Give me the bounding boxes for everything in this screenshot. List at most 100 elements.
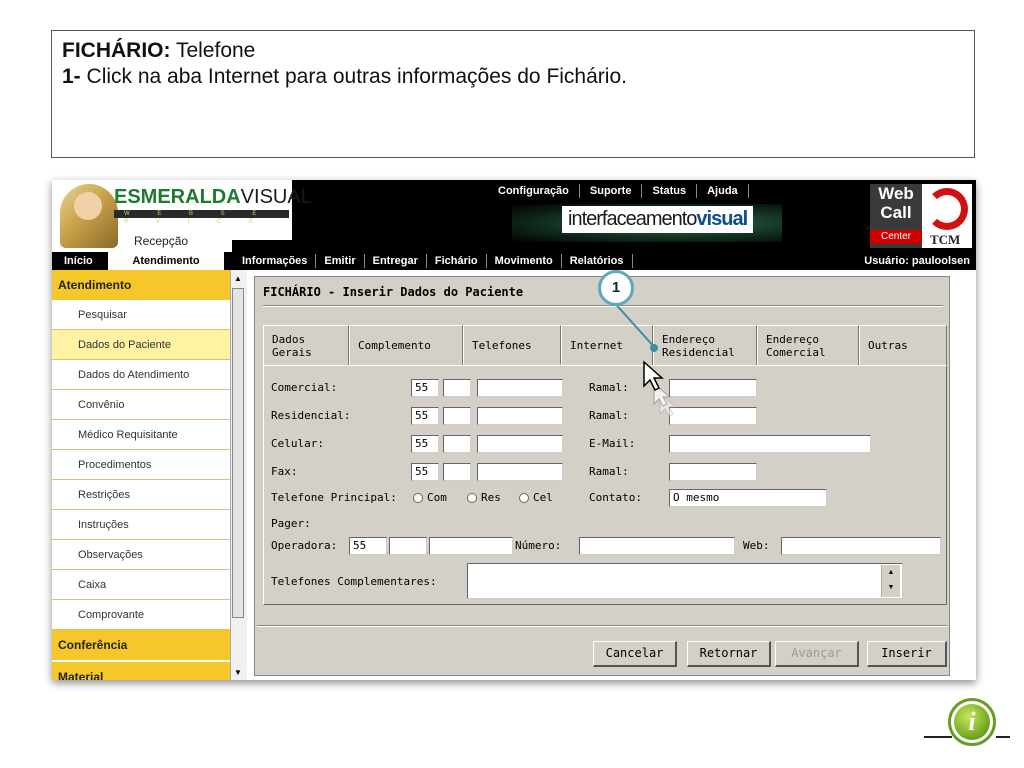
label-celular: Celular: bbox=[271, 437, 324, 450]
sidebar-item-procedimentos[interactable]: Procedimentos bbox=[52, 450, 230, 480]
mouse-cursor-icon bbox=[643, 360, 678, 416]
residencial-ddd-field[interactable] bbox=[443, 407, 471, 425]
ramal-residencial-field[interactable] bbox=[669, 407, 757, 425]
label-pager: Pager: bbox=[271, 517, 311, 530]
operadora-field[interactable]: 55 bbox=[349, 537, 387, 555]
scroll-down-arrow-icon[interactable]: ▼ bbox=[232, 666, 244, 680]
nav-movimento[interactable]: Movimento bbox=[487, 254, 562, 268]
residencial-ddi-field[interactable]: 55 bbox=[411, 407, 439, 425]
nav-atendimento[interactable]: Atendimento bbox=[108, 252, 224, 270]
menu-status[interactable]: Status bbox=[642, 184, 698, 198]
menu-suporte[interactable]: Suporte bbox=[580, 184, 643, 198]
celular-ddi-field[interactable]: 55 bbox=[411, 435, 439, 453]
radio-com-label: Com bbox=[427, 491, 447, 504]
label-telefones-complementares: Telefones Complementares: bbox=[271, 575, 437, 588]
sidebar-item-medico-requisitante[interactable]: Médico Requisitante bbox=[52, 420, 230, 450]
radio-res-label: Res bbox=[481, 491, 501, 504]
sidebar-section-material[interactable]: Material bbox=[52, 662, 230, 680]
nav-inicio[interactable]: Início bbox=[64, 254, 93, 268]
label-operadora: Operadora: bbox=[271, 539, 338, 552]
sidebar-scroll-thumb[interactable] bbox=[232, 288, 244, 618]
tcm-logo-text: TCM bbox=[930, 232, 961, 247]
celular-ddd-field[interactable] bbox=[443, 435, 471, 453]
ramal-comercial-field[interactable] bbox=[669, 379, 757, 397]
tab-endereco-comercial[interactable]: Endereço Comercial bbox=[757, 325, 859, 365]
pager-numero-field[interactable] bbox=[579, 537, 735, 555]
tab-dados-gerais[interactable]: Dados Gerais bbox=[263, 325, 349, 365]
inserir-button[interactable]: Inserir bbox=[867, 641, 947, 667]
radio-res[interactable] bbox=[467, 493, 477, 503]
info-icon-glyph[interactable]: i bbox=[954, 704, 990, 740]
fax-ddi-field[interactable]: 55 bbox=[411, 463, 439, 481]
tab-outras[interactable]: Outras bbox=[859, 325, 947, 365]
tab-telefones[interactable]: Telefones bbox=[463, 325, 561, 365]
nav-menu: Informações Emitir Entregar Fichário Mov… bbox=[234, 254, 633, 268]
radio-cel-label: Cel bbox=[533, 491, 553, 504]
radio-com[interactable] bbox=[413, 493, 423, 503]
ramal-fax-field[interactable] bbox=[669, 463, 757, 481]
callout-pointer-dot bbox=[650, 344, 658, 352]
buttons-divider bbox=[257, 625, 947, 627]
pager-web-field[interactable] bbox=[781, 537, 941, 555]
app-screenshot: ESMERALDAVISUAL W E B S E R V I C E Rece… bbox=[52, 180, 976, 680]
label-contato: Contato: bbox=[589, 491, 642, 504]
email-field[interactable] bbox=[669, 435, 871, 453]
sidebar-item-observacoes[interactable]: Observações bbox=[52, 540, 230, 570]
scroll-up-arrow-icon[interactable]: ▲ bbox=[232, 272, 244, 286]
nav-informacoes[interactable]: Informações bbox=[234, 254, 317, 268]
sidebar-item-comprovante[interactable]: Comprovante bbox=[52, 600, 230, 630]
label-ramal-fax: Ramal: bbox=[589, 465, 629, 478]
title-divider bbox=[263, 305, 943, 307]
location-label: Recepção bbox=[134, 234, 189, 248]
nav-fichario[interactable]: Fichário bbox=[427, 254, 487, 268]
cancelar-button[interactable]: Cancelar bbox=[593, 641, 677, 667]
comercial-ddd-field[interactable] bbox=[443, 379, 471, 397]
nav-entregar[interactable]: Entregar bbox=[365, 254, 427, 268]
tcm-logo-icon bbox=[926, 188, 968, 230]
celular-number-field[interactable] bbox=[477, 435, 563, 453]
contato-field[interactable]: O mesmo bbox=[669, 489, 827, 507]
info-underline-right bbox=[996, 736, 1010, 738]
sidebar-item-instrucoes[interactable]: Instruções bbox=[52, 510, 230, 540]
sidebar-section-atendimento[interactable]: Atendimento bbox=[52, 270, 230, 300]
sidebar-item-restricoes[interactable]: Restrições bbox=[52, 480, 230, 510]
pager-code-field[interactable] bbox=[429, 537, 513, 555]
comercial-number-field[interactable] bbox=[477, 379, 563, 397]
instruction-step: 1- Click na aba Internet para outras inf… bbox=[62, 65, 627, 88]
info-underline-left bbox=[924, 736, 952, 738]
sidebar-item-dados-do-atendimento[interactable]: Dados do Atendimento bbox=[52, 360, 230, 390]
tab-endereco-residencial[interactable]: Endereço Residencial bbox=[653, 325, 757, 365]
textarea-scrollbar[interactable]: ▲ ▼ bbox=[881, 565, 900, 597]
sidebar-item-pesquisar[interactable]: Pesquisar bbox=[52, 300, 230, 330]
avancar-button[interactable]: Avançar bbox=[775, 641, 859, 667]
tab-complemento[interactable]: Complemento bbox=[349, 325, 463, 365]
retornar-button[interactable]: Retornar bbox=[687, 641, 771, 667]
sidebar: Atendimento Pesquisar Dados do Paciente … bbox=[52, 270, 231, 680]
menu-ajuda[interactable]: Ajuda bbox=[697, 184, 749, 198]
page-title: FICHÁRIO - Inserir Dados do Paciente bbox=[263, 285, 524, 299]
brand-logo: ESMERALDAVISUAL bbox=[114, 186, 312, 208]
pager-ddd-field[interactable] bbox=[389, 537, 427, 555]
label-web: Web: bbox=[743, 539, 770, 552]
top-menu: Configuração Suporte Status Ajuda bbox=[488, 184, 749, 202]
label-ramal-comercial: Ramal: bbox=[589, 381, 629, 394]
nav-relatorios[interactable]: Relatórios bbox=[562, 254, 633, 268]
menu-configuracao[interactable]: Configuração bbox=[488, 184, 580, 198]
residencial-number-field[interactable] bbox=[477, 407, 563, 425]
label-residencial: Residencial: bbox=[271, 409, 351, 422]
sidebar-item-convenio[interactable]: Convênio bbox=[52, 390, 230, 420]
sidebar-item-caixa[interactable]: Caixa bbox=[52, 570, 230, 600]
main-nav: Início Atendimento Informações Emitir En… bbox=[52, 252, 976, 270]
instruction-box: FICHÁRIO: Telefone 1- Click na aba Inter… bbox=[51, 30, 975, 158]
radio-cel[interactable] bbox=[519, 493, 529, 503]
nav-emitir[interactable]: Emitir bbox=[316, 254, 365, 268]
fax-ddd-field[interactable] bbox=[443, 463, 471, 481]
sidebar-item-dados-do-paciente[interactable]: Dados do Paciente bbox=[52, 330, 230, 360]
comercial-ddi-field[interactable]: 55 bbox=[411, 379, 439, 397]
fax-number-field[interactable] bbox=[477, 463, 563, 481]
telefones-complementares-textarea[interactable] bbox=[467, 563, 903, 599]
instruction-title: FICHÁRIO: Telefone bbox=[62, 39, 256, 62]
sidebar-section-conferencia[interactable]: Conferência bbox=[52, 630, 230, 660]
user-label: Usuário: pauloolsen bbox=[864, 255, 970, 267]
label-telefone-principal: Telefone Principal: bbox=[271, 491, 397, 504]
